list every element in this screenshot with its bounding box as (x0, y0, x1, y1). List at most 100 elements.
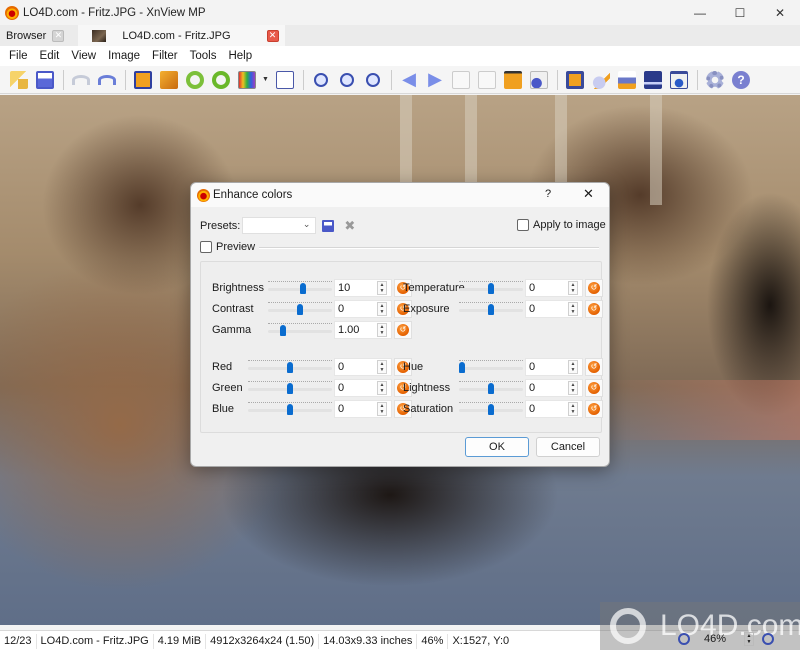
minimize-button[interactable]: — (680, 0, 720, 25)
exposure-slider[interactable] (459, 299, 523, 319)
properties-button[interactable] (528, 69, 550, 91)
spin-arrows-icon[interactable]: ▲ ▼ (377, 323, 387, 337)
temperature-slider[interactable] (459, 278, 523, 298)
slider-thumb[interactable] (488, 304, 494, 315)
menu-file[interactable]: File (3, 50, 34, 62)
tab-browser[interactable]: Browser ✕ (0, 25, 71, 46)
settings-button[interactable] (704, 69, 726, 91)
spinbox-value[interactable]: 0 (335, 361, 377, 373)
spinbox-value[interactable]: 0 (526, 361, 568, 373)
slider-thumb[interactable] (300, 283, 306, 294)
spin-arrows-icon[interactable]: ▲ ▼ (568, 281, 578, 295)
green-spinbox[interactable]: 0 ▲ ▼ (334, 379, 392, 397)
hue-slider[interactable] (459, 357, 523, 377)
menu-help[interactable]: Help (222, 50, 258, 62)
menu-filter[interactable]: Filter (146, 50, 184, 62)
saturation-reset-button[interactable]: ↺ (585, 400, 603, 418)
spinbox-value[interactable]: 1.00 (335, 324, 377, 336)
slider-thumb[interactable] (287, 383, 293, 394)
edit-text-button[interactable] (590, 69, 612, 91)
temperature-reset-button[interactable]: ↺ (585, 279, 603, 297)
previous-button[interactable]: ◀ (398, 69, 420, 91)
ok-button[interactable]: OK (465, 437, 529, 457)
scan-button[interactable] (642, 69, 664, 91)
chevron-down-icon[interactable]: ▼ (262, 76, 270, 83)
hue-reset-button[interactable]: ↺ (585, 358, 603, 376)
blue-slider[interactable] (248, 399, 332, 419)
previous-page-button[interactable] (450, 69, 472, 91)
rotate-left-button[interactable] (184, 69, 206, 91)
crop-button[interactable] (132, 69, 154, 91)
spinbox-value[interactable]: 0 (526, 282, 568, 294)
fullscreen-button[interactable] (564, 69, 586, 91)
slider-thumb[interactable] (488, 283, 494, 294)
gamma-spinbox[interactable]: 1.00 ▲ ▼ (334, 321, 392, 339)
capture-button[interactable] (668, 69, 690, 91)
tab-image[interactable]: LO4D.com - Fritz.JPG ✕ (78, 25, 285, 46)
preview-checkbox[interactable]: Preview (200, 241, 255, 253)
presets-dropdown[interactable]: ⌄ (242, 217, 317, 234)
menu-view[interactable]: View (65, 50, 102, 62)
slider-thumb[interactable] (297, 304, 303, 315)
browse-folders-button[interactable] (8, 69, 30, 91)
red-spinbox[interactable]: 0 ▲ ▼ (334, 358, 392, 376)
lightness-reset-button[interactable]: ↺ (585, 379, 603, 397)
levels-button[interactable] (274, 69, 296, 91)
slideshow-button[interactable] (502, 69, 524, 91)
slider-thumb[interactable] (459, 362, 465, 373)
checkbox-icon[interactable] (517, 219, 529, 231)
gamma-slider[interactable] (268, 320, 332, 340)
spin-arrows-icon[interactable]: ▲ ▼ (377, 302, 387, 316)
close-button[interactable]: ✕ (760, 0, 800, 25)
contrast-spinbox[interactable]: 0 ▲ ▼ (334, 300, 392, 318)
slider-thumb[interactable] (287, 362, 293, 373)
zoom-out-icon[interactable] (762, 633, 774, 645)
resize-button[interactable] (158, 69, 180, 91)
lightness-slider[interactable] (459, 378, 523, 398)
spin-arrows-icon[interactable]: ▲ ▼ (377, 381, 387, 395)
menu-image[interactable]: Image (102, 50, 146, 62)
undo-button[interactable] (70, 69, 92, 91)
spin-arrows-icon[interactable]: ▲ ▼ (568, 381, 578, 395)
dialog-close-button[interactable]: ✕ (583, 186, 594, 202)
brightness-slider[interactable] (268, 278, 332, 298)
zoom-out-button[interactable] (362, 69, 384, 91)
zoom-actual-button[interactable] (336, 69, 358, 91)
slider-thumb[interactable] (287, 404, 293, 415)
spin-arrows-icon[interactable]: ▲ ▼ (377, 360, 387, 374)
close-tab-icon[interactable]: ✕ (52, 29, 65, 42)
slider-thumb[interactable] (488, 404, 494, 415)
spin-arrows-icon[interactable]: ▲ ▼ (377, 402, 387, 416)
next-page-button[interactable] (476, 69, 498, 91)
spinbox-value[interactable]: 10 (335, 282, 377, 294)
apply-to-image-checkbox[interactable]: Apply to image (517, 219, 606, 231)
green-slider[interactable] (248, 378, 332, 398)
spinbox-value[interactable]: 0 (526, 382, 568, 394)
spinbox-value[interactable]: 0 (526, 403, 568, 415)
spinbox-value[interactable]: 0 (335, 382, 377, 394)
zoom-spinner[interactable]: ▲ ▼ (744, 632, 754, 646)
redo-button[interactable] (96, 69, 118, 91)
next-button[interactable]: ▶ (424, 69, 446, 91)
spin-arrows-icon[interactable]: ▲ ▼ (568, 302, 578, 316)
close-tab-icon[interactable]: ✕ (266, 29, 279, 42)
checkbox-icon[interactable] (200, 241, 212, 253)
maximize-button[interactable]: ☐ (720, 0, 760, 25)
zoom-in-button[interactable] (310, 69, 332, 91)
rotate-right-button[interactable] (210, 69, 232, 91)
spinbox-value[interactable]: 0 (335, 403, 377, 415)
slider-thumb[interactable] (488, 383, 494, 394)
adjust-colors-button[interactable] (236, 69, 258, 91)
print-button[interactable] (616, 69, 638, 91)
help-button[interactable]: ? (730, 69, 752, 91)
spinbox-value[interactable]: 0 (335, 303, 377, 315)
gamma-reset-button[interactable]: ↺ (394, 321, 412, 339)
spin-arrows-icon[interactable]: ▲ ▼ (568, 402, 578, 416)
menu-tools[interactable]: Tools (184, 50, 223, 62)
hue-spinbox[interactable]: 0 ▲ ▼ (525, 358, 583, 376)
zoom-in-icon[interactable] (678, 633, 690, 645)
saturation-spinbox[interactable]: 0 ▲ ▼ (525, 400, 583, 418)
spin-arrows-icon[interactable]: ▲ ▼ (377, 281, 387, 295)
menu-edit[interactable]: Edit (34, 50, 66, 62)
delete-preset-icon[interactable]: ✖ (344, 218, 355, 234)
